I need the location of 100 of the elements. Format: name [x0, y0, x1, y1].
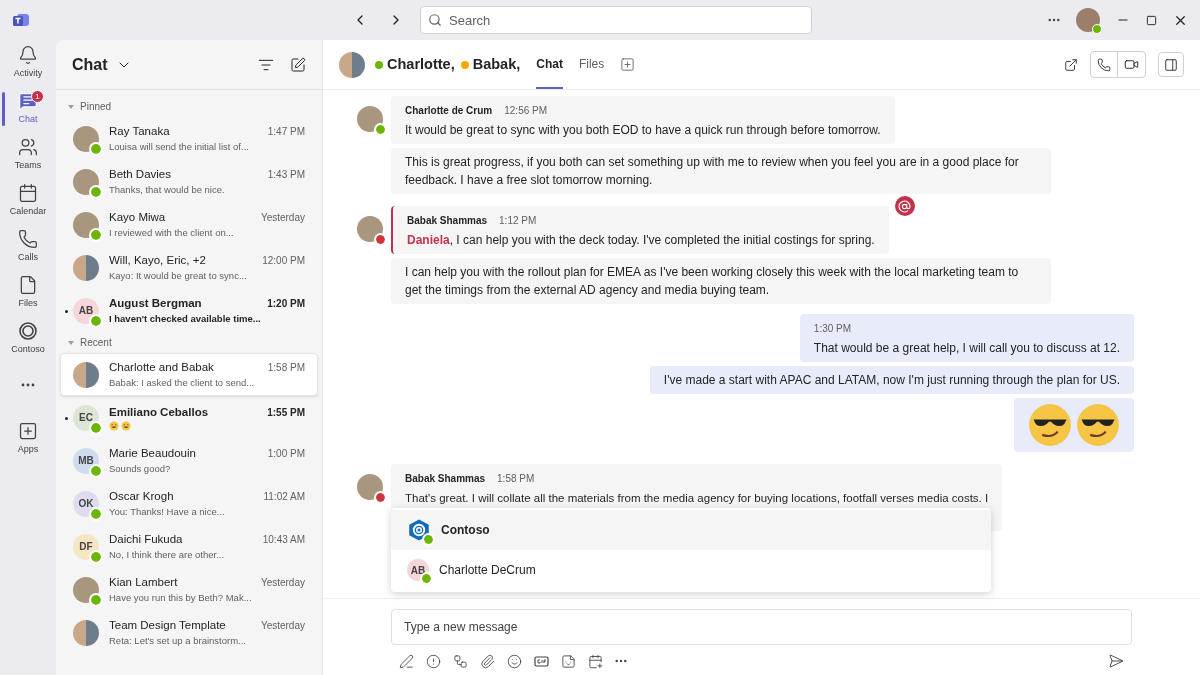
message-preview: Have you run this by Beth? Mak... — [109, 591, 253, 605]
contact-name: Kian Lambert — [109, 574, 178, 590]
message-preview: Reta: Let's set up a brainstorm... — [109, 634, 247, 648]
message-time: Yesterday — [260, 210, 305, 225]
compose-icon — [290, 56, 306, 73]
sender-name: Babak Shammas — [405, 472, 486, 486]
app-bar-item[interactable]: Activity — [0, 40, 56, 86]
side-panel-button[interactable] — [1158, 52, 1184, 77]
profile-avatar[interactable] — [1076, 8, 1100, 32]
app-bar-item[interactable]: Apps — [0, 416, 56, 462]
chat-list-item[interactable]: EC Emiliano Ceballos 1:55 PM — [60, 396, 318, 439]
side-panel-icon — [1164, 57, 1178, 72]
suggestion-label: Charlotte DeCrum — [439, 562, 536, 579]
participant-name: Babak, — [472, 54, 521, 74]
contact-name: Kayo Miwa — [109, 209, 166, 225]
calendar-icon — [18, 183, 38, 204]
message-time: 1:00 PM — [267, 446, 305, 461]
format-button[interactable] — [399, 653, 414, 669]
group-avatar — [73, 619, 99, 646]
contact-name: Will, Kayo, Eric, +2 — [109, 252, 206, 268]
loop-button[interactable] — [453, 653, 468, 669]
exclamation-icon — [426, 653, 441, 669]
hexagon-rings-icon — [407, 518, 431, 542]
chat-list-item[interactable]: Kian Lambert Yesterday Have you run this by Beth? Mak... — [60, 568, 318, 611]
chat-list-item[interactable]: Beth Davies 1:43 PM Thanks, that would be nice. — [60, 160, 318, 203]
avatar — [357, 474, 383, 500]
participant-name: Charlotte, — [387, 54, 455, 74]
chat-list-item[interactable]: AB August Bergman 1:20 PM I haven't checked available time... — [60, 289, 318, 332]
sticker-icon — [561, 653, 576, 669]
priority-button[interactable] — [426, 653, 441, 669]
chat-list-item[interactable]: Ray Tanaka 1:47 PM Louisa will send the initial list of... — [60, 117, 318, 160]
message-time: 1:55 PM — [267, 406, 305, 420]
group-avatar — [339, 51, 365, 78]
format-icon — [399, 653, 414, 669]
initials-avatar: OK — [73, 490, 99, 517]
sender-name: Charlotte de Crum — [405, 104, 493, 118]
message-time: 1:12 PM — [499, 214, 537, 228]
phone-icon — [1097, 57, 1111, 72]
avatar — [73, 576, 99, 603]
chat-filter-dropdown[interactable]: Chat — [72, 52, 132, 77]
collapse-triangle-icon — [68, 104, 74, 109]
message-time: 1:47 PM — [267, 124, 305, 139]
search-field[interactable]: Search — [420, 6, 812, 34]
suggestion-item[interactable]: AB Charlotte DeCrum — [391, 550, 991, 590]
app-bar-item[interactable]: Calendar — [0, 178, 56, 224]
selection-indicator — [2, 92, 5, 126]
chat-list-item[interactable]: DF Daichi Fukuda 10:43 AM No, I think there are other... — [60, 525, 318, 568]
conversation-tab[interactable]: Chat — [536, 40, 563, 89]
message-text: I've made a start with APAC and LATAM, now I'm just running through the plan for US. — [663, 372, 1120, 389]
chat-list-item[interactable]: Kayo Miwa Yesterday I reviewed with the client on... — [60, 203, 318, 246]
contact-name: Oscar Krogh — [109, 488, 174, 504]
more-icon — [1048, 18, 1060, 22]
more-icon — [21, 383, 35, 387]
send-button[interactable] — [1108, 653, 1124, 669]
section-header[interactable]: Recent — [60, 332, 120, 353]
contact-name: Daichi Fukuda — [109, 531, 183, 547]
message-input[interactable]: Type a new message — [391, 609, 1132, 645]
avatar — [73, 168, 99, 195]
chat-list-item[interactable]: MB Marie Beaudouin 1:00 PM Sounds good? — [60, 439, 318, 482]
paperclip-icon — [480, 653, 495, 669]
add-apps-icon — [18, 421, 38, 442]
sticker-button[interactable] — [561, 653, 576, 669]
maximize-button[interactable] — [1146, 14, 1157, 26]
initials-avatar: DF — [73, 533, 99, 560]
contact-name: Ray Tanaka — [109, 123, 170, 139]
send-icon — [1108, 653, 1124, 669]
add-tab-button[interactable] — [620, 57, 636, 72]
section-header[interactable]: Pinned — [60, 96, 120, 117]
message-time: 10:43 AM — [262, 532, 305, 547]
new-chat-button[interactable] — [290, 56, 306, 73]
app-bar-item[interactable]: Teams — [0, 132, 56, 178]
chat-list-item[interactable]: OK Oscar Krogh 11:02 AM You: Thanks! Have a nice... — [60, 482, 318, 525]
calendar-add-icon — [588, 653, 603, 669]
message-time: 11:02 AM — [263, 489, 305, 504]
chat-list-item[interactable]: Will, Kayo, Eric, +2 12:00 PM Kayo: It would be great to sync... — [60, 246, 318, 289]
emoji-button[interactable] — [507, 653, 522, 669]
app-bar-item[interactable]: Calls — [0, 224, 56, 270]
message-time: 1:58 PM — [267, 360, 305, 375]
app-bar-item[interactable]: Files — [0, 270, 56, 316]
mention-icon — [894, 196, 915, 216]
suggestion-item[interactable]: Contoso — [391, 510, 991, 550]
pop-out-button[interactable] — [1064, 57, 1078, 72]
gif-icon — [534, 653, 549, 669]
collapse-triangle-icon — [68, 340, 74, 345]
contact-name: Team Design Template — [109, 617, 226, 633]
avatar — [357, 216, 383, 242]
app-bar-item[interactable]: Chat 1 — [0, 86, 56, 132]
app-bar-item[interactable]: Contoso — [0, 316, 56, 362]
search-icon — [428, 13, 442, 27]
gif-button[interactable] — [534, 653, 549, 669]
message-time: 1:43 PM — [267, 167, 305, 182]
phone-icon — [18, 229, 38, 250]
schedule-meeting-button[interactable] — [588, 653, 603, 669]
chat-list-item[interactable]: Team Design Template Yesterday Reta: Let's set up a brainstorm... — [60, 611, 318, 654]
chat-list-item[interactable]: Charlotte and Babak 1:58 PM Babak: I asked the client to send... — [60, 353, 318, 396]
more-icon — [615, 659, 627, 663]
message-text: It would be great to sync with you both EOD to have a quick run through before tomorrow. — [405, 122, 881, 139]
message-preview: No, I think there are other... — [109, 548, 226, 562]
conversation-tab[interactable]: Files — [578, 40, 605, 89]
attach-button[interactable] — [480, 653, 495, 669]
